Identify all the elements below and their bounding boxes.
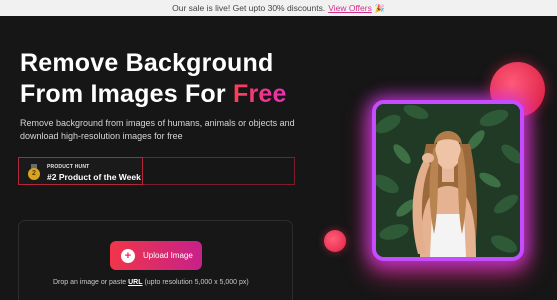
upload-image-label: Upload Image: [143, 251, 193, 260]
party-popper-icon: 🎉: [374, 3, 385, 13]
upload-image-button[interactable]: + Upload Image: [110, 241, 202, 270]
sale-banner-text: Our sale is live! Get upto 30% discounts…: [172, 3, 326, 13]
drop-prefix: Drop an image or paste: [53, 279, 127, 286]
medal-icon: 2: [28, 164, 40, 180]
decorative-dot-small: [324, 230, 346, 252]
sample-image-frame: [372, 100, 524, 261]
product-hunt-strip: [143, 157, 295, 185]
drop-suffix: (upto resolution 5,000 x 5,000 px): [144, 279, 249, 286]
hero-title-prefix: From Images For: [20, 80, 226, 108]
sale-banner: Our sale is live! Get upto 30% discounts…: [0, 0, 557, 16]
paste-url-link[interactable]: URL: [128, 279, 142, 286]
plus-circle-icon: +: [121, 248, 135, 263]
product-hunt-small-label: PRODUCT HUNT: [47, 164, 90, 170]
hero-title-highlight: Free: [232, 80, 287, 108]
drop-instructions: Drop an image or paste URL (upto resolut…: [53, 279, 249, 286]
view-offers-link[interactable]: View Offers: [328, 3, 372, 13]
hero-title-line-2: From Images For Free: [20, 79, 287, 110]
hero-title: Remove Background From Images For Free: [20, 48, 287, 110]
medal-number: 2: [28, 168, 40, 180]
sample-photo: [376, 104, 520, 257]
hero-title-line-1: Remove Background: [20, 49, 274, 77]
product-hunt-main-label: #2 Product of the Week: [47, 172, 141, 182]
product-hunt-badge[interactable]: 2 PRODUCT HUNT #2 Product of the Week: [18, 157, 143, 185]
hero-subtitle: Remove background from images of humans,…: [20, 118, 295, 141]
